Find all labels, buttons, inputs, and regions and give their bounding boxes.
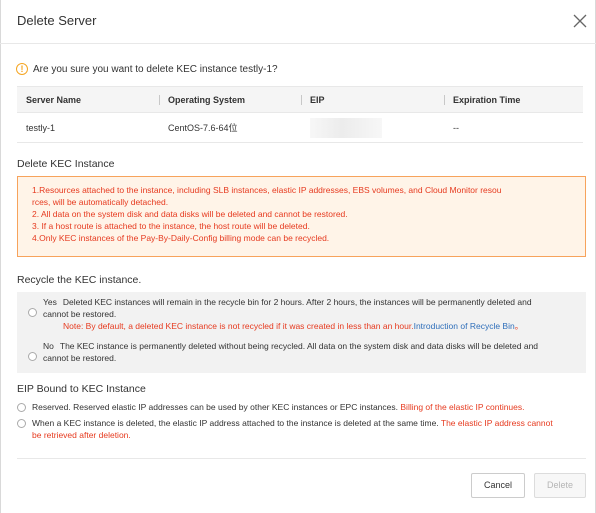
notice-line-3: 2. All data on the system disk and data …: [32, 209, 348, 219]
notice-line-5: 4.Only KEC instances of the Pay-By-Daily…: [32, 233, 330, 243]
server-table: Server Name Operating System EIP Expirat…: [17, 86, 583, 143]
eip-redacted: [310, 117, 382, 138]
confirm-question: ! Are you sure you want to delete KEC in…: [16, 63, 278, 75]
notice-line-2: rces, will be automatically detached.: [32, 197, 169, 207]
cancel-button[interactable]: Cancel: [471, 473, 525, 498]
table-header-row: Server Name Operating System EIP Expirat…: [17, 86, 583, 113]
recycle-yes-label: Yes: [43, 297, 57, 307]
recycle-yes-radio[interactable]: [28, 308, 37, 317]
header-divider: [0, 43, 596, 44]
footer-divider: [17, 458, 586, 459]
eip-reserved-text: Reserved. Reserved elastic IP addresses …: [32, 402, 399, 412]
recycle-no-option[interactable]: No The KEC instance is permanently delete…: [17, 340, 538, 364]
warning-icon: !: [16, 63, 28, 75]
recycle-yes-line2: cannot be restored.: [43, 309, 117, 319]
dialog-title: Delete Server: [17, 13, 97, 28]
recycle-no-line1: The KEC instance is permanently deleted …: [59, 341, 539, 351]
delete-button[interactable]: Delete: [534, 473, 586, 498]
eip-delete-warning-2: be retrieved after deletion.: [32, 430, 131, 440]
col-header-server-name: Server Name: [17, 86, 159, 113]
cell-os: CentOS-7.6-64位: [159, 112, 301, 143]
recycle-note: Note: By default, a deleted KEC instance…: [63, 321, 524, 331]
eip-delete-text: When a KEC instance is deleted, the elas…: [32, 418, 439, 428]
recycle-no-line2: cannot be restored.: [43, 353, 117, 363]
recycle-yes-line1: Deleted KEC instances will remain in the…: [62, 297, 532, 307]
recycle-no-label: No: [43, 341, 54, 351]
recycle-yes-option[interactable]: Yes Deleted KEC instances will remain in …: [17, 296, 532, 332]
recycle-options: Yes Deleted KEC instances will remain in …: [17, 292, 586, 373]
cell-server-name: testly-1: [17, 112, 159, 143]
eip-delete-radio[interactable]: [17, 419, 26, 428]
eip-reserved-warning: Billing of the elastic IP continues.: [400, 402, 525, 412]
delete-server-dialog: Delete Server ! Are you sure you want to…: [0, 0, 596, 513]
recycle-section-title: Recycle the KEC instance.: [17, 274, 142, 286]
eip-section-title: EIP Bound to KEC Instance: [17, 383, 146, 395]
table-row: testly-1 CentOS-7.6-64位 --: [17, 112, 583, 143]
delete-section-title: Delete KEC Instance: [17, 158, 115, 170]
eip-delete-warning: The elastic IP address cannot: [440, 418, 553, 428]
eip-reserved-option[interactable]: Reserved. Reserved elastic IP addresses …: [17, 401, 525, 413]
close-icon[interactable]: [572, 13, 588, 29]
notice-line-4: 3. If a host route is attached to the in…: [32, 221, 310, 231]
recycle-bin-link[interactable]: Introduction of Recycle Bin: [414, 321, 515, 331]
eip-reserved-radio[interactable]: [17, 403, 26, 412]
notice-line-1: 1.Resources attached to the instance, in…: [32, 185, 502, 195]
recycle-no-radio[interactable]: [28, 352, 37, 361]
col-header-eip: EIP: [301, 86, 444, 113]
col-header-os: Operating System: [159, 86, 301, 113]
eip-delete-option[interactable]: When a KEC instance is deleted, the elas…: [17, 417, 586, 441]
cell-expiration: --: [444, 112, 583, 143]
col-header-expiration: Expiration Time: [444, 86, 583, 113]
confirm-question-text: Are you sure you want to delete KEC inst…: [33, 63, 278, 75]
cell-eip: [301, 112, 444, 143]
delete-notice-box: 1.Resources attached to the instance, in…: [17, 176, 586, 257]
